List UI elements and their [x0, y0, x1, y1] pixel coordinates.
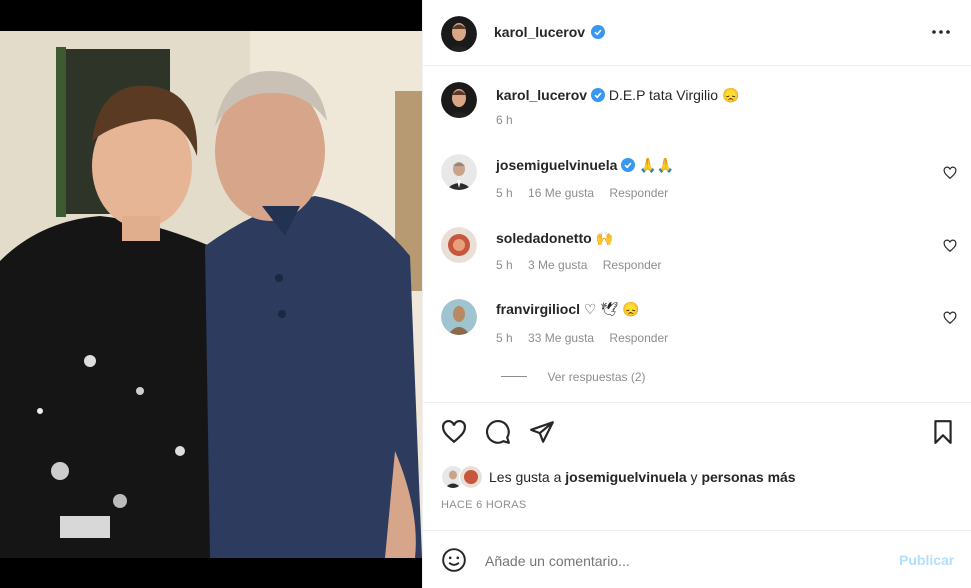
comment-item: josemiguelvinuela 🙏🙏 5 h 16 Me gusta Res…	[423, 154, 971, 204]
caption-text: D.E.P tata Virgilio	[608, 87, 719, 103]
like-comment-heart-icon[interactable]	[943, 166, 957, 180]
caption-username[interactable]: karol_lucerov	[496, 87, 587, 103]
like-comment-heart-icon[interactable]	[943, 311, 957, 325]
commenter-username[interactable]: soledadonetto	[496, 230, 592, 246]
caption-author-avatar[interactable]	[441, 82, 477, 118]
post-photo[interactable]	[0, 31, 422, 558]
comment-item: soledadonetto 🙌 5 h 3 Me gusta Responder	[423, 227, 971, 277]
post-header: karol_lucerov	[423, 0, 971, 66]
commenter-username[interactable]: josemiguelvinuela	[496, 157, 617, 173]
more-options-icon[interactable]	[931, 22, 951, 47]
replies-divider	[501, 376, 527, 378]
like-heart-icon[interactable]	[441, 419, 467, 450]
liked-by-others[interactable]: personas más	[701, 469, 795, 485]
view-replies-button[interactable]: Ver respuestas (2)	[501, 368, 646, 386]
post-actions: Les gusta a josemiguelvinuela y personas…	[423, 402, 971, 530]
liker-avatar	[459, 465, 483, 489]
comment-age: 5 h	[496, 258, 513, 272]
reply-button[interactable]: Responder	[609, 331, 668, 345]
comment-text: 🙏🙏	[639, 157, 675, 173]
like-comment-heart-icon[interactable]	[943, 239, 957, 253]
liked-by-prefix: Les gusta a	[489, 469, 562, 485]
post-caption: karol_lucerov D.E.P tata Virgilio 😞 6 h	[423, 82, 971, 132]
reply-button[interactable]: Responder	[603, 258, 662, 272]
comment-text: 🙌	[595, 230, 613, 246]
post-timestamp[interactable]: HACE 6 HORAS	[441, 499, 527, 511]
comment-input[interactable]	[483, 547, 887, 575]
commenter-avatar[interactable]	[441, 299, 477, 335]
comment-text: ♡ 🕊 😞	[583, 301, 640, 317]
liked-by-user[interactable]: josemiguelvinuela	[565, 469, 686, 485]
reply-button[interactable]: Responder	[609, 186, 668, 200]
publish-button[interactable]: Publicar	[899, 552, 954, 568]
verified-icon	[621, 158, 636, 175]
author-username[interactable]: karol_lucerov	[494, 24, 585, 40]
liked-by-avatars[interactable]	[441, 465, 485, 489]
verified-icon	[591, 25, 605, 44]
post-media-pane	[0, 0, 422, 588]
view-replies-label: Ver respuestas (2)	[547, 370, 646, 384]
caption-age: 6 h	[496, 113, 513, 127]
emoji-smiley-icon[interactable]	[441, 547, 467, 578]
comment-age: 5 h	[496, 331, 513, 345]
comment-bubble-icon[interactable]	[485, 419, 511, 450]
comment-likes[interactable]: 16 Me gusta	[528, 186, 594, 200]
author-avatar[interactable]	[441, 16, 477, 52]
comment-item: franvirgiliocl ♡ 🕊 😞 5 h 33 Me gusta Res…	[423, 299, 971, 349]
post-details-panel: karol_lucerov karol_lucerov D.E.P tata V…	[422, 0, 971, 588]
verified-icon	[590, 88, 605, 105]
save-bookmark-icon[interactable]	[931, 419, 955, 450]
liked-by-text: Les gusta a josemiguelvinuela y personas…	[489, 469, 796, 485]
commenter-avatar[interactable]	[441, 227, 477, 263]
comment-likes[interactable]: 3 Me gusta	[528, 258, 587, 272]
comment-age: 5 h	[496, 186, 513, 200]
comment-likes[interactable]: 33 Me gusta	[528, 331, 594, 345]
commenter-avatar[interactable]	[441, 154, 477, 190]
add-comment-bar: Publicar	[423, 530, 971, 588]
commenter-username[interactable]: franvirgiliocl	[496, 301, 580, 317]
sad-face-emoji: 😞	[721, 87, 740, 103]
liked-by-middle: y	[690, 469, 698, 485]
share-paper-plane-icon[interactable]	[529, 419, 555, 450]
